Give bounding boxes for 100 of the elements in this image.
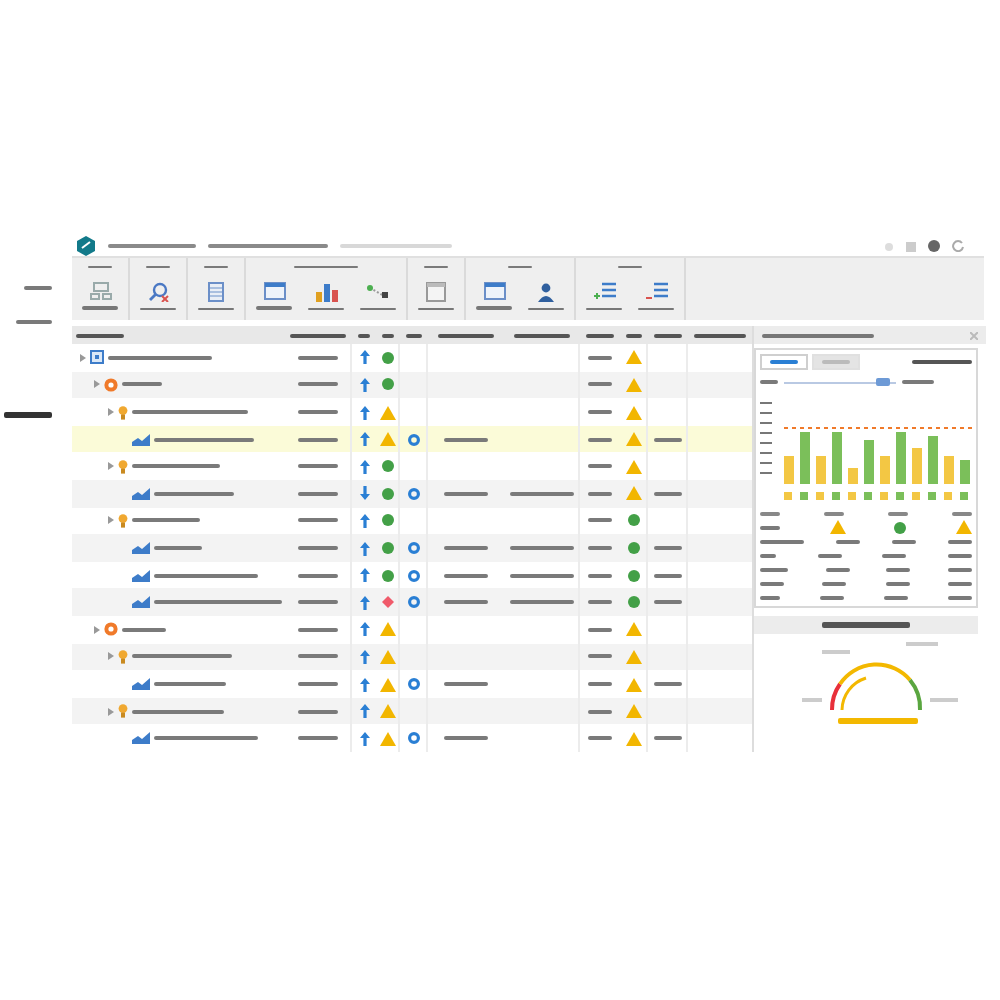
refresh-icon: [952, 240, 964, 252]
blurred-label: [297, 464, 337, 469]
help-icon: [928, 240, 940, 252]
caret-icon[interactable]: [108, 707, 114, 716]
tree-row[interactable]: [72, 507, 752, 535]
blurred-label: [886, 567, 911, 572]
blurred-label: [297, 518, 337, 523]
layout-icon: [89, 282, 111, 301]
blurred-label: [588, 709, 612, 714]
blurred-label: [885, 581, 910, 586]
caret-icon[interactable]: [108, 652, 114, 661]
blurred-label: [509, 546, 573, 551]
blurred-label: [588, 437, 612, 442]
blurred-label: [760, 553, 776, 558]
blurred-label: [132, 518, 200, 523]
blurred-label: [820, 595, 844, 600]
area-chart-icon: [132, 678, 150, 691]
lightbulb-icon: [118, 513, 128, 528]
tree-row[interactable]: [72, 643, 752, 671]
blurred-label: [154, 491, 234, 496]
blurred-label: [588, 600, 612, 605]
blurred-label: [760, 595, 780, 600]
blurred-label: [76, 333, 124, 338]
caret-icon[interactable]: [108, 408, 114, 417]
blurred-label: [824, 511, 844, 516]
window-icon: [263, 282, 285, 301]
nodes-icon: [366, 281, 390, 302]
caret-icon[interactable]: [108, 462, 114, 471]
blurred-label: [154, 600, 282, 605]
blurred-label: [297, 546, 337, 551]
blurred-label: [588, 654, 612, 659]
blurred-label: [297, 709, 337, 714]
close-icon: [970, 331, 978, 340]
blurred-label: [760, 567, 788, 572]
person-icon: [536, 281, 556, 302]
area-chart-icon: [132, 487, 150, 500]
blurred-label: [514, 333, 570, 338]
blurred-label: [892, 539, 916, 544]
blurred-label: [132, 654, 232, 659]
blurred-label: [653, 573, 681, 578]
spreadsheet-icon: [208, 281, 224, 302]
blurred-label: [588, 627, 612, 632]
blurred-label: [588, 410, 612, 415]
tree-row[interactable]: [72, 588, 752, 617]
blurred-label: [653, 682, 681, 687]
blurred-label: [297, 410, 337, 415]
blurred-label: [132, 464, 220, 469]
tree-row[interactable]: [72, 371, 752, 399]
blurred-label: [588, 382, 612, 387]
blurred-label: [952, 511, 972, 516]
tree-row[interactable]: [72, 480, 752, 508]
tree-row[interactable]: [72, 534, 752, 562]
panel-tab[interactable]: [760, 354, 808, 371]
blurred-label: [588, 491, 612, 496]
lightbulb-icon: [118, 649, 128, 664]
blurred-label: [588, 546, 612, 551]
blurred-label: [822, 622, 910, 629]
blurred-label: [297, 627, 337, 632]
blurred-label: [694, 333, 746, 338]
blurred-label: [947, 581, 972, 586]
blurred-label: [626, 333, 642, 338]
blurred-label: [653, 600, 681, 605]
blurred-label: [4, 412, 52, 417]
blurred-label: [297, 573, 337, 578]
caret-icon[interactable]: [94, 625, 100, 634]
blurred-label: [653, 736, 681, 741]
blurred-label: [509, 600, 573, 605]
blurred-label: [297, 491, 337, 496]
tree-row[interactable]: [72, 561, 752, 589]
tree-row[interactable]: [72, 697, 752, 725]
blurred-label: [154, 437, 254, 442]
blurred-label: [132, 709, 224, 714]
caret-icon[interactable]: [80, 353, 86, 362]
blurred-label: [297, 355, 337, 360]
blurred-label: [108, 355, 212, 360]
caret-icon[interactable]: [94, 380, 100, 389]
blurred-label: [132, 410, 248, 415]
blurred-label: [760, 539, 804, 544]
bar-chart-icon: [315, 281, 337, 302]
blurred-label: [444, 491, 488, 496]
blurred-label: [653, 546, 681, 551]
blurred-label: [762, 333, 874, 338]
blurred-label: [297, 382, 337, 387]
list-remove-icon: [645, 281, 667, 302]
blurred-label: [836, 539, 860, 544]
blurred-label: [588, 464, 612, 469]
blurred-label: [588, 355, 612, 360]
blurred-label: [653, 437, 681, 442]
blurred-label: [586, 333, 614, 338]
tree-row[interactable]: [72, 425, 752, 453]
blurred-label: [760, 581, 784, 586]
blurred-label: [444, 600, 488, 605]
blurred-label: [154, 546, 202, 551]
blurred-label: [654, 333, 682, 338]
blurred-label: [948, 595, 972, 600]
blurred-label: [438, 333, 494, 338]
lightbulb-icon: [118, 459, 128, 474]
area-chart-icon: [132, 732, 150, 745]
caret-icon[interactable]: [108, 516, 114, 525]
area-chart-icon: [132, 433, 150, 446]
